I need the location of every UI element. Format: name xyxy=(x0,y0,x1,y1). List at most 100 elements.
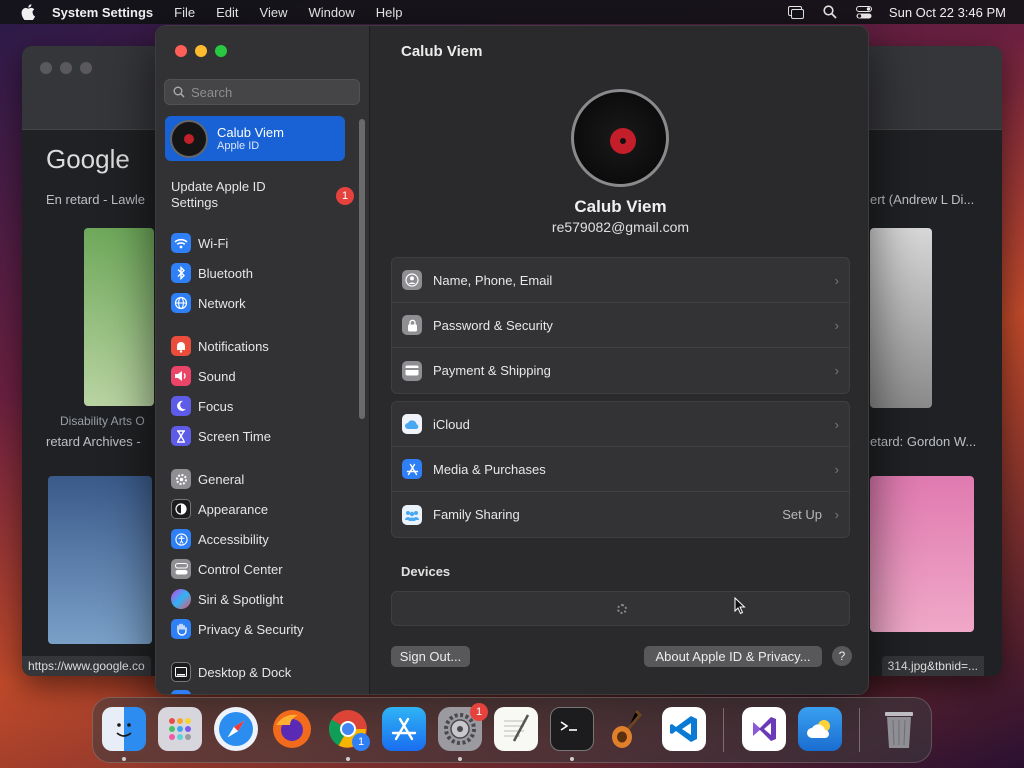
running-indicator xyxy=(346,757,350,761)
menu-window[interactable]: Window xyxy=(308,5,354,20)
loading-spinner-icon xyxy=(617,604,627,614)
result-thumbnail[interactable] xyxy=(48,476,152,644)
search-input[interactable] xyxy=(191,84,351,100)
row-password-security[interactable]: Password & Security › xyxy=(392,303,849,348)
sidebar-item-label: Screen Time xyxy=(198,428,271,444)
result-caption[interactable]: etard: Gordon W... xyxy=(870,434,976,449)
help-button[interactable]: ? xyxy=(832,646,852,666)
row-label: Payment & Shipping xyxy=(433,363,551,378)
sidebar-item-control-center[interactable]: Control Center xyxy=(171,557,283,581)
menu-edit[interactable]: Edit xyxy=(216,5,238,20)
sidebar-item-focus[interactable]: Focus xyxy=(171,394,233,418)
menu-bar: System Settings File Edit View Window He… xyxy=(0,0,1024,24)
spotlight-search-icon[interactable] xyxy=(821,5,839,19)
sign-out-button[interactable]: Sign Out... xyxy=(391,646,470,667)
account-settings-group: Name, Phone, Email › Password & Security… xyxy=(391,257,850,394)
profile-avatar[interactable] xyxy=(571,89,669,187)
minimize-button[interactable] xyxy=(195,45,207,57)
sidebar-item-label: Sound xyxy=(198,368,236,384)
chevron-right-icon: › xyxy=(834,416,839,432)
running-indicator xyxy=(122,757,126,761)
sidebar-scrollbar[interactable] xyxy=(359,119,365,419)
avatar xyxy=(170,119,208,158)
siri-icon xyxy=(171,589,191,609)
profile-email: re579082@gmail.com xyxy=(551,219,690,235)
running-indicator xyxy=(458,757,462,761)
menu-view[interactable]: View xyxy=(260,5,288,20)
close-button[interactable] xyxy=(175,45,187,57)
sidebar-search[interactable] xyxy=(164,79,360,105)
launchpad-icon[interactable] xyxy=(158,707,202,751)
menu-bar-clock[interactable]: Sun Oct 22 3:46 PM xyxy=(889,5,1006,20)
row-family-sharing[interactable]: Family Sharing Set Up › xyxy=(392,492,849,537)
icloud-icon xyxy=(402,414,422,434)
weather-icon[interactable] xyxy=(798,707,842,751)
globe-icon xyxy=(171,293,191,313)
sidebar-item-desktop-dock[interactable]: Desktop & Dock xyxy=(171,660,291,684)
result-thumbnail[interactable] xyxy=(870,228,932,408)
sidebar-item-label: Bluetooth xyxy=(198,265,253,281)
control-center-icon[interactable] xyxy=(855,5,873,19)
row-payment-shipping[interactable]: Payment & Shipping › xyxy=(392,348,849,393)
menu-help[interactable]: Help xyxy=(376,5,403,20)
sidebar-item-sound[interactable]: Sound xyxy=(171,364,236,388)
finder-icon[interactable] xyxy=(102,707,146,751)
sidebar-item-privacy-security[interactable]: Privacy & Security xyxy=(171,617,303,641)
row-name-phone-email[interactable]: Name, Phone, Email › xyxy=(392,258,849,303)
sidebar-item-label: Desktop & Dock xyxy=(198,664,292,680)
chrome-badge: 1 xyxy=(352,733,370,751)
running-indicator xyxy=(570,757,574,761)
garageband-icon[interactable] xyxy=(606,707,650,751)
result-caption[interactable]: ert (Andrew L Di... xyxy=(870,192,974,207)
about-apple-id-button[interactable]: About Apple ID & Privacy... xyxy=(644,646,822,667)
row-media-purchases[interactable]: Media & Purchases › xyxy=(392,447,849,492)
sidebar-item-network[interactable]: Network xyxy=(171,291,246,315)
result-thumbnail[interactable] xyxy=(870,476,974,632)
textedit-icon[interactable] xyxy=(494,707,538,751)
app-store-dock-icon[interactable] xyxy=(382,707,426,751)
settings-badge: 1 xyxy=(470,703,488,721)
menu-app-name[interactable]: System Settings xyxy=(52,5,153,20)
sidebar-item-update-apple-id[interactable]: Update Apple ID Settings 1 xyxy=(171,179,356,213)
speaker-icon xyxy=(171,366,191,386)
sidebar-item-screen-time[interactable]: Screen Time xyxy=(171,424,271,448)
search-icon xyxy=(173,86,185,98)
dock: 1 1 xyxy=(92,697,932,763)
sidebar-item-label: Network xyxy=(198,295,246,311)
sidebar-item-siri-spotlight[interactable]: Siri & Spotlight xyxy=(171,587,283,611)
row-label: Name, Phone, Email xyxy=(433,272,553,288)
result-caption[interactable]: retard Archives - xyxy=(46,434,141,449)
row-icloud[interactable]: iCloud › xyxy=(392,402,849,447)
sidebar-item-label: Accessibility xyxy=(198,531,269,547)
row-label: iCloud xyxy=(433,416,470,432)
zoom-button[interactable] xyxy=(215,45,227,57)
status-url: https://www.google.co xyxy=(22,656,151,676)
sidebar-item-wifi[interactable]: Wi-Fi xyxy=(171,231,228,255)
row-label: Family Sharing xyxy=(433,507,520,522)
apple-menu-icon[interactable] xyxy=(18,4,38,20)
sidebar-item-general[interactable]: General xyxy=(171,467,244,491)
visual-studio-icon[interactable] xyxy=(742,707,786,751)
sidebar-item-label: Notifications xyxy=(198,338,269,354)
result-caption[interactable]: En retard - Lawle xyxy=(46,192,145,207)
terminal-icon[interactable] xyxy=(550,707,594,751)
trash-icon[interactable] xyxy=(877,707,921,751)
firefox-icon[interactable] xyxy=(270,707,314,751)
vscode-icon[interactable] xyxy=(662,707,706,751)
sidebar-item-apple-id[interactable]: Calub Viem Apple ID xyxy=(165,116,345,161)
screen-mirroring-icon[interactable] xyxy=(787,5,805,19)
sidebar-item-label: Privacy & Security xyxy=(198,621,304,637)
bluetooth-icon xyxy=(171,263,191,283)
sidebar-item-appearance[interactable]: Appearance xyxy=(171,497,268,521)
sidebar-item-bluetooth[interactable]: Bluetooth xyxy=(171,261,253,285)
chevron-right-icon: › xyxy=(834,507,839,522)
sidebar-item-notifications[interactable]: Notifications xyxy=(171,334,269,358)
chevron-right-icon: › xyxy=(834,363,839,378)
safari-icon[interactable] xyxy=(214,707,258,751)
sidebar-item-label: Appearance xyxy=(198,501,269,517)
menu-file[interactable]: File xyxy=(174,5,195,20)
devices-list xyxy=(391,591,850,626)
result-thumbnail[interactable] xyxy=(84,228,154,406)
sidebar-item-partial[interactable] xyxy=(171,690,198,694)
sidebar-item-accessibility[interactable]: Accessibility xyxy=(171,527,269,551)
